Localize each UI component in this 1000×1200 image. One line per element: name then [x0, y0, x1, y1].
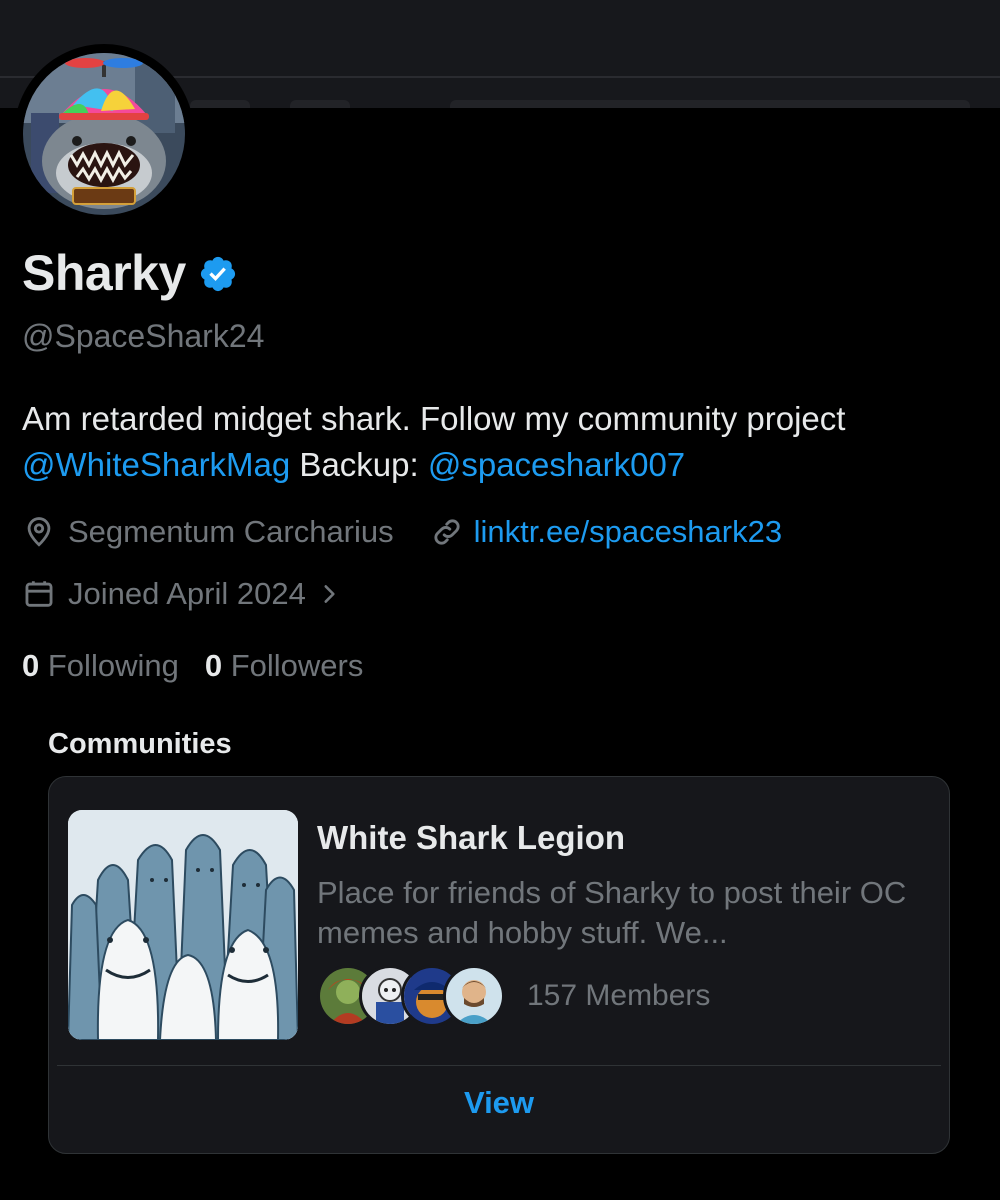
follow-counts: 0 Following 0 Followers: [22, 648, 389, 684]
profile-meta-row: Joined April 2024: [22, 576, 342, 612]
profile-location: Segmentum Carcharius: [68, 514, 394, 549]
view-community-button[interactable]: View: [49, 1085, 949, 1121]
bio-text: Am retarded midget shark. Follow my comm…: [22, 400, 846, 437]
member-avatar: [443, 965, 505, 1027]
followers-count-link[interactable]: 0 Followers: [205, 648, 364, 684]
calendar-icon: [25, 581, 53, 607]
following-label: Following: [47, 648, 179, 683]
profile-joined-date[interactable]: Joined April 2024: [68, 576, 306, 612]
profile-meta-row: Segmentum Carcharius linktr.ee/spaceshar…: [22, 514, 782, 550]
communities-heading: Communities: [48, 728, 232, 760]
following-count: 0: [22, 648, 40, 683]
location-pin-icon: [27, 517, 51, 547]
profile-website-link[interactable]: linktr.ee/spaceshark23: [474, 514, 782, 550]
following-count-link[interactable]: 0 Following: [22, 648, 179, 684]
community-member-count: 157 Members: [527, 979, 711, 1012]
card-divider: [57, 1065, 941, 1066]
bio-text: Backup:: [290, 446, 428, 483]
header-button-ghost: [190, 100, 250, 108]
followers-label: Followers: [230, 648, 364, 683]
profile-name-row: Sharky: [22, 244, 238, 302]
chevron-right-icon[interactable]: [316, 581, 342, 607]
community-thumbnail: [68, 810, 298, 1040]
followers-count: 0: [204, 648, 223, 683]
bio-mention-link[interactable]: @spaceshark007: [428, 446, 685, 483]
header-button-ghost: [450, 100, 970, 108]
community-name[interactable]: White Shark Legion: [317, 819, 625, 857]
profile-name: Sharky: [22, 245, 186, 301]
verified-badge-icon[interactable]: [198, 254, 238, 294]
bio-mention-link[interactable]: @WhiteSharkMag: [22, 446, 290, 483]
profile-avatar[interactable]: [23, 53, 185, 215]
profile-handle: @SpaceShark24: [22, 318, 265, 354]
community-description: Place for friends of Sharky to post thei…: [317, 875, 907, 950]
community-members: 157 Members: [317, 965, 710, 1027]
profile-bio: Am retarded midget shark. Follow my comm…: [22, 396, 982, 488]
community-card[interactable]: White Shark Legion Place for friends of …: [48, 776, 950, 1154]
link-icon: [434, 519, 460, 545]
header-button-ghost: [290, 100, 350, 108]
